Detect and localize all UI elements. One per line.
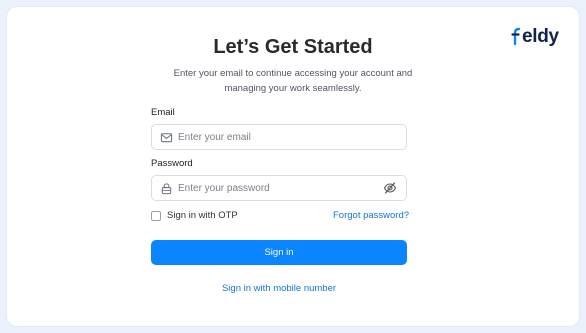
otp-checkbox[interactable] (151, 210, 161, 221)
password-label: Password (151, 158, 193, 169)
email-field[interactable] (151, 124, 407, 150)
password-field[interactable] (151, 175, 407, 201)
mobile-signin-link[interactable]: Sign in with mobile number (0, 283, 558, 294)
page-title: Let’s Get Started (213, 36, 373, 58)
otp-option[interactable]: Sign in with OTP (151, 210, 238, 221)
lock-icon (161, 182, 172, 194)
sign-in-button[interactable]: Sign in (151, 240, 407, 265)
email-label: Email (151, 107, 175, 118)
eye-off-icon[interactable] (383, 181, 397, 195)
password-input[interactable] (178, 178, 383, 198)
mail-icon (160, 132, 173, 142)
forgot-password-link[interactable]: Forgot password? (333, 210, 409, 221)
otp-label: Sign in with OTP (167, 210, 238, 221)
email-input[interactable] (178, 127, 406, 147)
page-subtitle: Enter your email to continue accessing y… (173, 68, 413, 94)
